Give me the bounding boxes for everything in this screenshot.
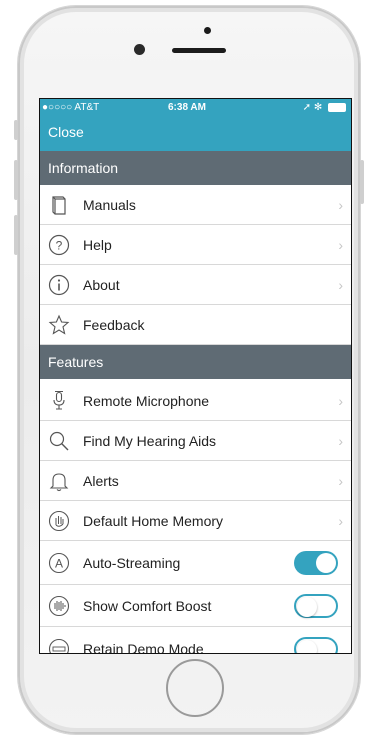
- volume-down-button: [14, 215, 18, 255]
- status-icons: ➚ ✻: [303, 102, 346, 113]
- home-button[interactable]: [166, 659, 224, 717]
- bell-icon: [49, 473, 69, 492]
- list-item-label: Help: [83, 237, 112, 253]
- hand-icon: [48, 510, 70, 532]
- chevron-right-icon: ›: [338, 393, 343, 409]
- svg-text:A: A: [55, 557, 63, 571]
- section-header-information: Information: [40, 151, 351, 185]
- battery-icon: [328, 102, 346, 112]
- list-item-label: Find My Hearing Aids: [83, 433, 217, 449]
- chevron-right-icon: ›: [338, 237, 343, 253]
- list-item-alerts[interactable]: Alerts ›: [40, 461, 351, 501]
- clock: 6:38 AM: [168, 102, 206, 113]
- info-icon: [48, 274, 70, 296]
- list-item-retain-demo-mode: Retain Demo Mode: [40, 627, 351, 654]
- power-button: [360, 160, 364, 204]
- list-item-default-home-memory[interactable]: Default Home Memory ›: [40, 501, 351, 541]
- star-icon: [48, 314, 70, 335]
- list-item-manuals[interactable]: Manuals ›: [40, 185, 351, 225]
- list-item-auto-streaming: A Auto-Streaming: [40, 541, 351, 585]
- list-item-label: Alerts: [83, 473, 119, 489]
- list-item-label: Retain Demo Mode: [83, 641, 204, 654]
- retain-demo-mode-toggle[interactable]: [294, 637, 338, 653]
- list-item-label: Feedback: [83, 317, 145, 333]
- microphone-icon: [53, 391, 65, 410]
- volume-up-button: [14, 160, 18, 200]
- toggle-knob: [297, 597, 317, 617]
- list-item-about[interactable]: About ›: [40, 265, 351, 305]
- demo-icon: [48, 638, 70, 653]
- carrier-label: ●○○○○ AT&T: [42, 102, 100, 113]
- list-item-find-my-hearing-aids[interactable]: Find My Hearing Aids ›: [40, 421, 351, 461]
- stream-icon: A: [48, 552, 70, 574]
- location-bluetooth-icons: ➚ ✻: [302, 102, 323, 113]
- list-item-remote-microphone[interactable]: Remote Microphone ›: [40, 381, 351, 421]
- chevron-right-icon: ›: [338, 197, 343, 213]
- search-icon: [49, 431, 69, 451]
- toggle-knob: [316, 553, 336, 573]
- svg-text:?: ?: [56, 239, 63, 253]
- chevron-right-icon: ›: [338, 277, 343, 293]
- list-item-label: Default Home Memory: [83, 513, 224, 529]
- mute-switch: [14, 120, 18, 140]
- chevron-right-icon: ›: [338, 513, 343, 529]
- list-item-label: Remote Microphone: [83, 393, 210, 409]
- list-item-show-comfort-boost: Show Comfort Boost: [40, 585, 351, 627]
- list-item-label: Manuals: [83, 197, 136, 213]
- list-item-label: About: [83, 277, 120, 293]
- list-item-label: Show Comfort Boost: [83, 598, 212, 614]
- proximity-sensor: [204, 27, 211, 34]
- question-icon: ?: [48, 234, 70, 256]
- boost-icon: [48, 595, 70, 617]
- app-screen: ●○○○○ AT&T 6:38 AM ➚ ✻ Close Information…: [39, 98, 352, 654]
- chevron-right-icon: ›: [338, 433, 343, 449]
- status-bar: ●○○○○ AT&T 6:38 AM ➚ ✻: [40, 99, 351, 116]
- list-item-feedback[interactable]: Feedback: [40, 305, 351, 345]
- section-header-features: Features: [40, 345, 351, 379]
- close-button[interactable]: Close: [48, 124, 84, 140]
- earpiece-speaker: [172, 48, 226, 53]
- list-item-help[interactable]: ? Help ›: [40, 225, 351, 265]
- comfort-boost-toggle[interactable]: [294, 594, 338, 618]
- toggle-knob: [297, 640, 317, 653]
- auto-streaming-toggle[interactable]: [294, 551, 338, 575]
- book-icon: [52, 196, 66, 215]
- chevron-right-icon: ›: [338, 473, 343, 489]
- nav-bar: Close: [40, 116, 351, 151]
- list-item-label: Auto-Streaming: [83, 555, 181, 571]
- front-camera: [134, 44, 145, 55]
